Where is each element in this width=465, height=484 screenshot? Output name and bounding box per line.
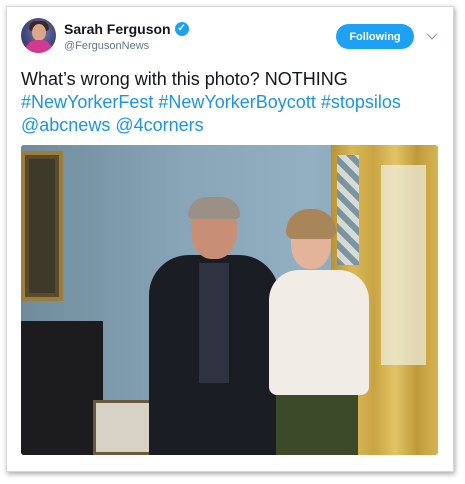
tweet-text-segment: What’s wrong with this photo? NOTHING [21, 69, 348, 89]
following-button[interactable]: Following [336, 24, 414, 49]
tweet-text: What’s wrong with this photo? NOTHING #N… [21, 68, 441, 137]
photo-curtain-trim [337, 155, 359, 265]
photo-painting [21, 151, 63, 301]
tweet-link[interactable]: #NewYorkerFest [21, 92, 153, 112]
photo-man-shirt [199, 263, 229, 383]
chevron-down-icon[interactable] [426, 28, 438, 40]
avatar-body [25, 40, 53, 53]
author-handle[interactable]: @FergusonNews [64, 40, 149, 52]
tweet-link[interactable]: @abcnews [21, 115, 110, 135]
photo-woman-pants [276, 385, 358, 455]
avatar[interactable] [21, 18, 56, 53]
author-name-row: Sarah Ferguson ✓ [64, 21, 189, 37]
photo-man-hair [188, 197, 240, 219]
tweet-card: Sarah Ferguson ✓ @FergusonNews Following… [6, 6, 454, 472]
avatar-face [32, 24, 46, 41]
tweet-link[interactable]: #stopsilos [321, 92, 401, 112]
photo-frame [93, 400, 153, 455]
photo-fireplace [21, 321, 103, 455]
verified-badge-icon: ✓ [174, 22, 189, 36]
tweet-link[interactable]: #NewYorkerBoycott [158, 92, 315, 112]
author-name[interactable]: Sarah Ferguson [64, 21, 171, 37]
tweet-photo[interactable] [21, 145, 438, 455]
photo-window [381, 165, 426, 365]
photo-painting-canvas [29, 159, 55, 293]
tweet-link[interactable]: @4corners [115, 115, 203, 135]
photo-woman-blouse [269, 270, 369, 395]
